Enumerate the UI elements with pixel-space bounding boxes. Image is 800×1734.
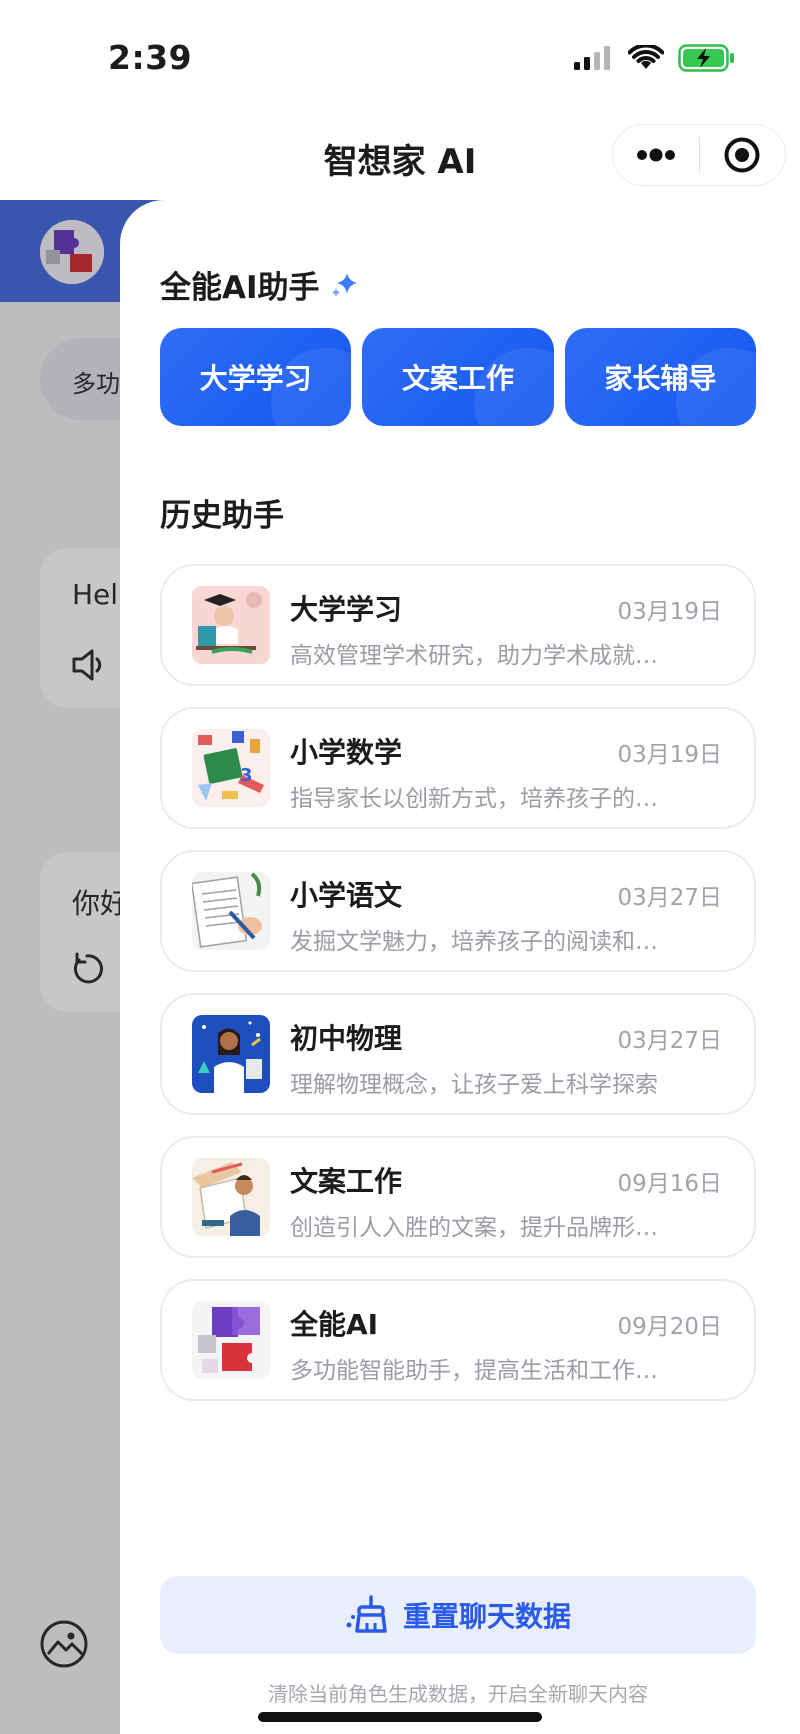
math-supplies-icon: 3 — [192, 729, 270, 807]
history-item[interactable]: 3 小学数学 03月19日 指导家长以创新方式，培养孩子的… — [160, 707, 756, 829]
history-item-name: 文案工作 — [290, 1165, 403, 1198]
graduate-student-icon — [192, 586, 270, 664]
more-button[interactable] — [613, 125, 699, 185]
section-title-assistants: 全能AI助手 — [160, 262, 360, 307]
history-list: 大学学习 03月19日 高效管理学术研究，助力学术成就… 3 小学数学 03月1… — [160, 564, 756, 1422]
history-item[interactable]: 全能AI 09月20日 多功能智能助手，提高生活和工作… — [160, 1279, 756, 1401]
history-item-name: 初中物理 — [290, 1022, 403, 1055]
history-item-date: 03月19日 — [617, 742, 722, 768]
quick-button-label: 文案工作 — [401, 362, 514, 395]
home-indicator[interactable] — [258, 1712, 542, 1722]
history-item-description: 指导家长以创新方式，培养孩子的… — [290, 786, 658, 812]
close-mini-program-button[interactable] — [700, 125, 786, 185]
history-item-date: 09月20日 — [617, 1314, 722, 1340]
history-item-name: 大学学习 — [290, 593, 403, 626]
notebook-writing-icon — [192, 872, 270, 950]
history-thumbnail: 3 — [192, 729, 270, 807]
more-dots-icon — [636, 148, 675, 162]
history-item-date: 09月16日 — [617, 1171, 722, 1197]
mini-program-capsule — [612, 124, 786, 186]
status-bar: 2:39 — [0, 0, 800, 110]
quick-button-parent-tutoring[interactable]: 家长辅导 — [564, 328, 756, 426]
history-item-date: 03月27日 — [617, 1028, 722, 1054]
history-item[interactable]: 大学学习 03月19日 高效管理学术研究，助力学术成就… — [160, 564, 756, 686]
assistant-drawer: 全能AI助手 大学学习 文案工作 家长辅导 历史助手 大学学习 03月19日 高… — [120, 200, 800, 1734]
history-item-date: 03月19日 — [617, 599, 722, 625]
history-item-name: 全能AI — [290, 1308, 379, 1341]
history-item-description: 发掘文学魅力，培养孩子的阅读和… — [290, 929, 658, 955]
nav-bar: 智想家 AI — [0, 110, 800, 200]
quick-button-college-study[interactable]: 大学学习 — [160, 328, 352, 426]
wifi-icon — [628, 45, 664, 69]
history-item-date: 03月27日 — [617, 885, 722, 911]
history-item-name: 小学数学 — [290, 736, 403, 769]
target-icon — [724, 137, 760, 173]
history-item[interactable]: 文案工作 09月16日 创造引人入胜的文案，提升品牌形… — [160, 1136, 756, 1258]
quick-button-label: 大学学习 — [199, 362, 312, 395]
history-item-name: 小学语文 — [290, 879, 403, 912]
svg-text:3: 3 — [240, 765, 253, 786]
history-thumbnail — [192, 872, 270, 950]
cellular-signal-icon — [574, 46, 610, 70]
history-item-description: 多功能智能助手，提高生活和工作… — [290, 1358, 658, 1384]
section-title-text: 全能AI助手 — [160, 270, 320, 306]
status-time: 2:39 — [108, 38, 193, 77]
quick-button-copywriting[interactable]: 文案工作 — [362, 328, 554, 426]
history-thumbnail — [192, 586, 270, 664]
reset-chat-hint: 清除当前角色生成数据，开启全新聊天内容 — [268, 1682, 648, 1706]
history-thumbnail — [192, 1015, 270, 1093]
reset-chat-label: 重置聊天数据 — [402, 1600, 571, 1633]
puzzle-icon — [192, 1301, 270, 1379]
history-item[interactable]: 初中物理 03月27日 理解物理概念，让孩子爱上科学探索 — [160, 993, 756, 1115]
history-item-description: 高效管理学术研究，助力学术成就… — [290, 643, 658, 669]
history-item[interactable]: 小学语文 03月27日 发掘文学魅力，培养孩子的阅读和… — [160, 850, 756, 972]
section-title-history: 历史助手 — [160, 498, 284, 534]
history-thumbnail — [192, 1301, 270, 1379]
quick-button-label: 家长辅导 — [604, 362, 717, 395]
history-item-description: 创造引人入胜的文案，提升品牌形… — [290, 1215, 658, 1241]
broom-icon — [346, 1595, 387, 1633]
history-thumbnail — [192, 1158, 270, 1236]
sparkle-icon — [331, 272, 357, 297]
battery-charging-icon — [678, 44, 734, 72]
history-item-description: 理解物理概念，让孩子爱上科学探索 — [290, 1072, 658, 1098]
copywriter-desk-icon — [192, 1158, 270, 1236]
status-icons — [574, 44, 736, 72]
reset-chat-button[interactable]: 重置聊天数据 — [160, 1576, 756, 1654]
scientist-icon — [192, 1015, 270, 1093]
quick-assistant-row: 大学学习 文案工作 家长辅导 — [160, 328, 756, 426]
